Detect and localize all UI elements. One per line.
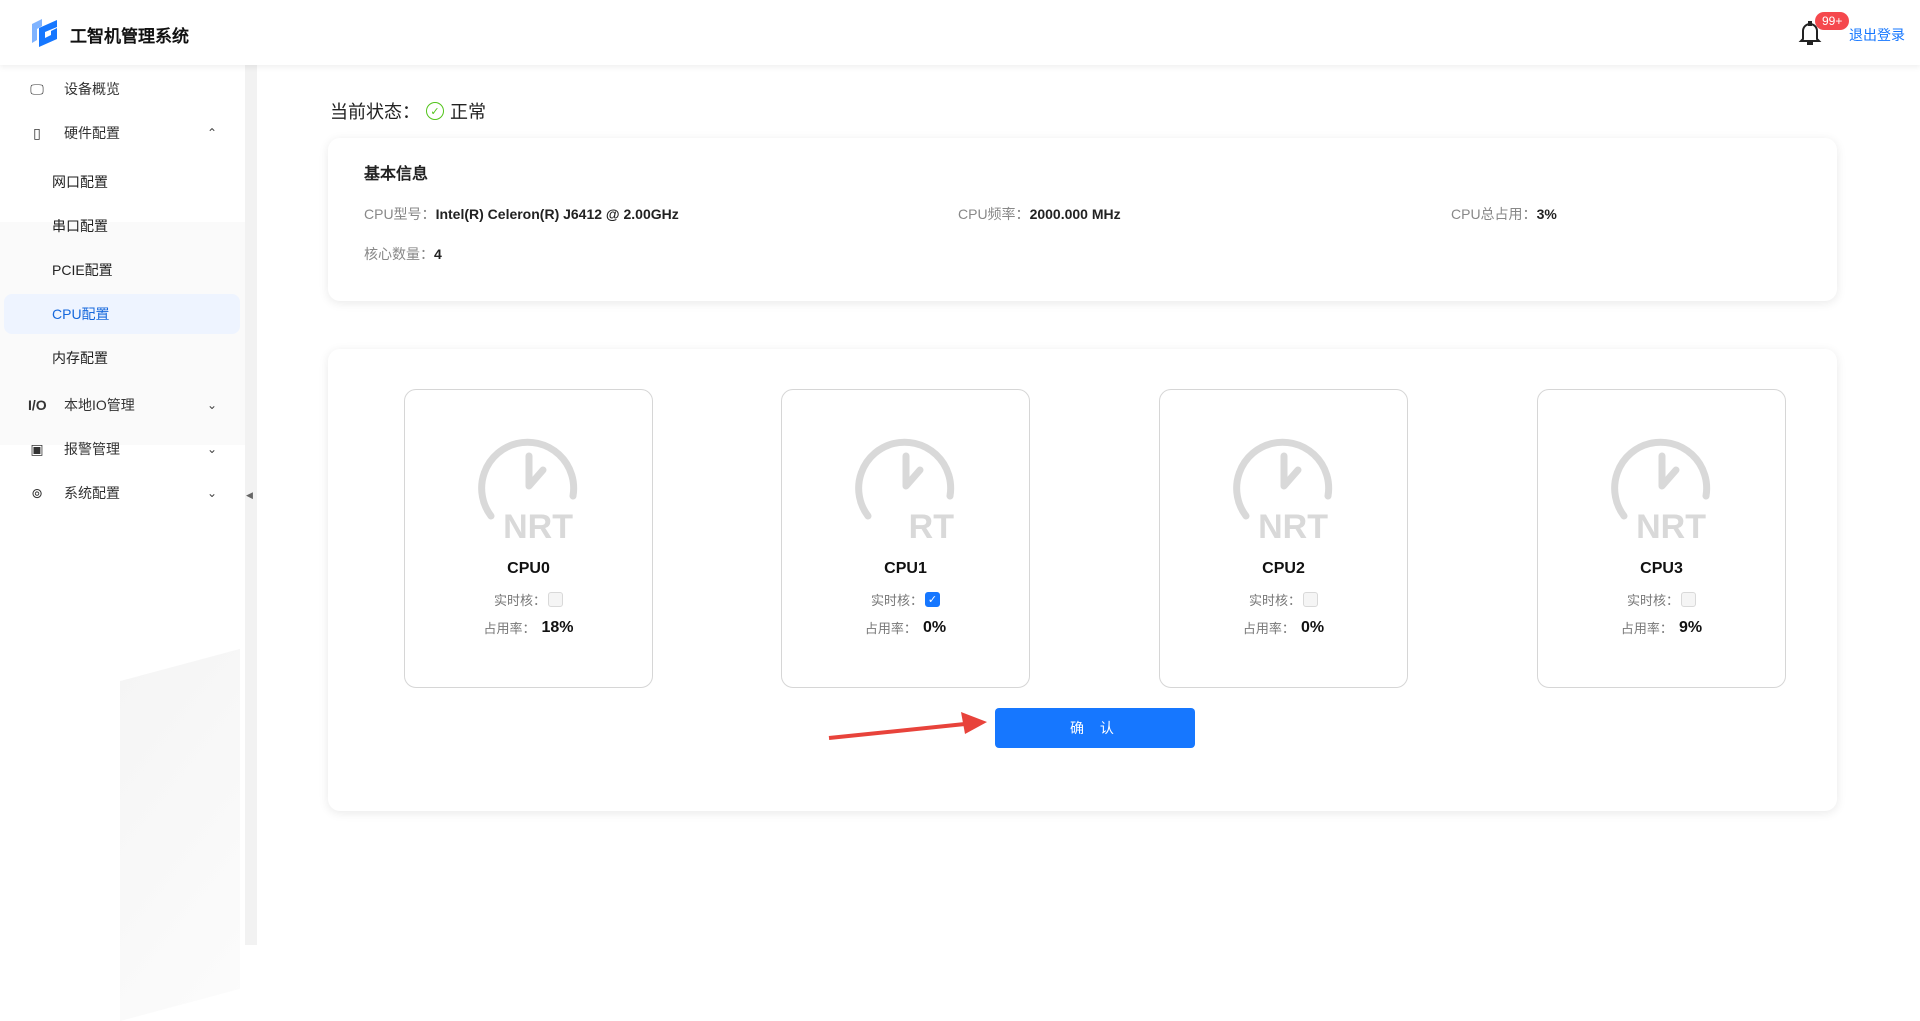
svg-text:RT: RT [909,508,955,542]
basic-info-card: 基本信息 CPU型号：Intel(R) Celeron(R) J6412 @ 2… [328,138,1837,301]
decorative-background [120,648,240,1021]
notification-badge: 99+ [1815,12,1850,30]
cpu-name: CPU2 [1262,560,1305,577]
usage-row: 占用率： 18% [483,618,574,637]
check-circle-icon: ✓ [426,102,444,120]
cpu-model: CPU型号：Intel(R) Celeron(R) J6412 @ 2.00GH… [364,206,679,222]
status: 当前状态： ✓ 正常 [330,98,486,124]
status-value: 正常 [450,102,486,122]
cpu-config-panel: NRT CPU0 实时核： 占用率： 18% RT CPU1 实时核： ✓ 占用率：… [328,349,1837,811]
nrt-clock-icon: NRT [1233,438,1333,542]
cpu-name: CPU3 [1640,560,1683,577]
usage-row: 占用率： 9% [1620,618,1703,637]
alarm-icon: ▣ [30,440,44,457]
core-count: 核心数量：4 [364,246,442,262]
sidebar-item-alarm[interactable]: ▣ 报警管理 ⌄ [0,429,245,469]
cpu-name: CPU0 [507,560,550,577]
realtime-checkbox[interactable]: ✓ [925,592,940,607]
sidebar-item-label: 本地IO管理 [64,397,135,413]
app-title: 工智机管理系统 [70,27,189,46]
sidebar-subitem-serial[interactable]: 串口配置 [4,206,240,246]
realtime-row: 实时核： [405,590,652,609]
sidebar-subitem-cpu[interactable]: CPU配置 [4,294,240,334]
cpu-card: NRT CPU3 实时核： 占用率： 9% [1537,389,1786,688]
sidebar-item-system[interactable]: ⊚ 系统配置 ⌄ [0,473,245,513]
sidebar-item-overview[interactable]: 🖵 设备概览 [0,69,245,109]
sidebar-item-label: 系统配置 [64,485,120,501]
rt-clock-icon: RT [855,438,955,542]
settings-icon: ⊚ [31,484,43,501]
confirm-button[interactable]: 确 认 [995,708,1195,748]
io-icon: I/O [28,397,47,413]
realtime-row: 实时核： [1160,590,1407,609]
collapse-sidebar-icon[interactable]: ◀ [246,490,253,501]
realtime-row: 实时核： [1538,590,1785,609]
cpu-usage-value: 0% [922,618,947,636]
chevron-down-icon: ⌄ [206,398,217,412]
chevron-up-icon: ⌃ [206,126,217,140]
usage-row: 占用率： 0% [1242,618,1325,637]
status-label: 当前状态： [330,102,420,122]
card-title: 基本信息 [364,166,429,183]
sidebar-item-label: 报警管理 [64,441,120,457]
sidebar-item-label: 硬件配置 [64,125,120,141]
red-arrow-annotation [828,712,987,740]
nrt-clock-icon: NRT [478,438,578,542]
cpu-total-usage: CPU总占用：3% [1451,206,1557,222]
cpu-usage-value: 9% [1678,618,1703,636]
cpu-card: NRT CPU0 实时核： 占用率： 18% [404,389,653,688]
logout-link[interactable]: 退出登录 [1849,25,1905,45]
sidebar-subitem-pcie[interactable]: PCIE配置 [4,250,240,290]
sidebar-item-hardware[interactable]: ▯ 硬件配置 ⌃ [0,113,245,153]
cpu-name: CPU1 [884,560,927,577]
sidebar-subitem-network[interactable]: 网口配置 [4,162,240,202]
cpu-card: RT CPU1 实时核： ✓ 占用率： 0% [781,389,1030,688]
realtime-checkbox[interactable] [1303,592,1318,607]
sidebar-subitem-memory[interactable]: 内存配置 [4,338,240,378]
realtime-checkbox[interactable] [548,592,563,607]
monitor-icon: 🖵 [30,80,44,97]
sidebar-splitter[interactable] [245,65,257,945]
logo-icon [32,19,57,47]
sidebar-item-io[interactable]: I/O 本地IO管理 ⌄ [0,385,245,425]
realtime-row: 实时核： ✓ [782,590,1029,609]
chevron-down-icon: ⌄ [206,442,217,456]
chevron-down-icon: ⌄ [206,486,217,500]
nrt-clock-icon: NRT [1611,438,1711,542]
sidebar-item-label: 设备概览 [64,81,120,97]
cpu-usage-value: 18% [541,618,574,636]
device-icon: ▯ [33,124,41,141]
usage-row: 占用率： 0% [864,618,947,637]
realtime-checkbox[interactable] [1681,592,1696,607]
cpu-card: NRT CPU2 实时核： 占用率： 0% [1159,389,1408,688]
header: 工智机管理系统 99+ 退出登录 [0,0,1920,65]
cpu-frequency: CPU频率：2000.000 MHz [958,206,1121,222]
svg-text:NRT: NRT [503,508,573,542]
svg-text:NRT: NRT [1258,508,1328,542]
svg-text:NRT: NRT [1636,508,1706,542]
cpu-usage-value: 0% [1300,618,1325,636]
